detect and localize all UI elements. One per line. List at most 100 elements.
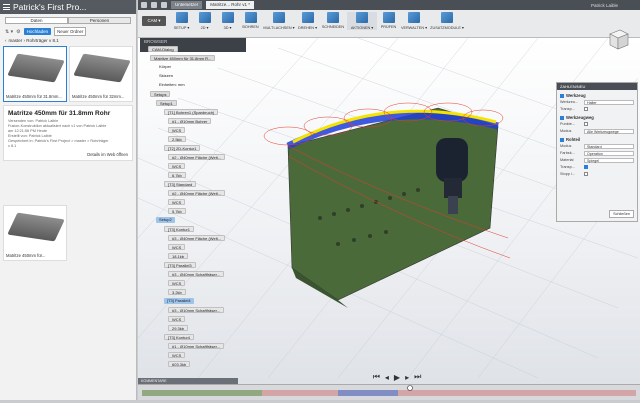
tool-schneiden[interactable]: SCHNEIDEN [319,12,347,29]
close-button[interactable]: Schließen [609,210,634,218]
browser-node[interactable]: Setup2 [156,217,175,223]
file-thumb[interactable]: Matritze 450mm für... [3,205,67,261]
stock-mode-select[interactable]: Standard [584,143,634,149]
material-select[interactable]: Spiegel [584,157,634,163]
tool-drehen[interactable]: DREHEN ▾ [296,12,319,30]
save-icon[interactable] [161,2,167,8]
grid-icon[interactable] [141,2,147,8]
tab-personen[interactable]: Personen [68,17,131,24]
field-row: Farbsk... Operation [560,150,634,156]
rohteil-checkbox[interactable] [560,137,564,142]
browser-node[interactable]: #3 - Ø40mm Schaftfräser... [168,271,225,277]
browser-node[interactable]: 2.5kb [168,136,186,142]
color-scheme-select[interactable]: Operation [584,150,634,156]
step-forward-icon[interactable]: ▸ [405,373,409,382]
browser-node[interactable]: [T3] Kontur4 [164,334,195,340]
werkzeugweg-checkbox[interactable] [560,115,564,120]
settings-icon[interactable]: ⚙ [16,29,20,35]
browser-node[interactable]: #2 - Ø40mm Fläche (Welt... [168,190,226,196]
new-folder-button[interactable]: Neuer Ordner [54,27,87,36]
skip-end-icon[interactable]: ⏭ [414,372,421,382]
tool-multi-achsen[interactable]: MULTI-ACHSEN ▾ [262,12,296,30]
simulation-panel: ZAHLEN/NEU Werkzeug Werkzeu... Halter Tra… [556,82,638,222]
browser-node[interactable]: [T3] Standard [164,181,197,187]
browser-node[interactable]: 5.7kb [168,208,186,214]
sort-icon[interactable]: ⇅ ▾ [5,29,13,35]
tool-pruefen[interactable]: PRÜFEN [377,12,400,29]
transparency-checkbox[interactable] [584,107,588,111]
menu-icon[interactable] [3,4,10,10]
data-panel: Patrick's First Pro... Daten Personen ⇅ … [0,0,137,400]
file-label: Matritze 450mm für 31.8mm... [6,94,62,99]
browser-node[interactable]: #3 - Ø40mm Fläche (Welt... [168,235,226,241]
points-checkbox[interactable] [584,122,588,126]
browser-node[interactable]: WCS [168,127,186,133]
mode-select[interactable]: Alle Werkzeugwege [584,128,634,134]
data-tabs: Daten Personen [5,17,131,24]
browser-node[interactable]: WCS [168,199,186,205]
browser-node[interactable]: WCS [168,244,186,250]
viewcube[interactable] [606,28,630,50]
browser-node[interactable]: Setup1 [156,100,177,106]
browser-node[interactable]: 29.3kb [168,325,189,331]
browser-node[interactable]: #1 - Ø10mm Schaftfräser... [168,343,225,349]
tool-3d[interactable]: 3D ▾ [216,12,239,30]
browser-node[interactable]: #3 - Ø10mm Schaftfräser... [168,307,225,313]
tool-zusatzmodule[interactable]: ZUSATZMODULE ▾ [428,12,466,30]
step-back-icon[interactable]: ◂ [385,373,389,382]
stop-on-collision-checkbox[interactable] [584,172,588,176]
browser-node[interactable]: #2 - Ø40mm Fläche (Welt... [168,154,226,160]
file-icon[interactable] [151,2,157,8]
browser-node[interactable]: [T1] Bohren1 (Spanbruch) [164,109,219,115]
section-werkzeug[interactable]: Werkzeug [560,93,634,98]
browser-node[interactable]: 18.1kb [168,253,189,259]
simulation-timeline[interactable] [138,384,640,400]
browser-node[interactable]: 3.2kb [168,289,186,295]
section-rohteil[interactable]: Rohteil [560,137,634,142]
browser-node[interactable]: WCS [168,352,186,358]
browser-node[interactable]: Einheiten: mm [156,82,188,88]
tool-2d[interactable]: 2D ▾ [193,12,216,30]
browser-node[interactable]: WCS [168,316,186,322]
tool-verwalten[interactable]: VERWALTEN ▾ [400,12,428,30]
open-details-link[interactable]: Details im Web öffnen [8,152,128,157]
tab-daten[interactable]: Daten [5,17,68,24]
browser-node[interactable]: [T3] Parallel3 [164,262,196,268]
werkzeug-select[interactable]: Halter [584,99,634,105]
browser-node[interactable]: Skizzen [156,73,176,79]
breadcrumb: ‹ master › Rohrträger v 8.1 [5,37,131,44]
play-icon[interactable]: ▶ [394,373,400,382]
browser-node[interactable]: 603.3kb [168,361,191,367]
back-icon[interactable]: ‹ [5,38,7,43]
section-werkzeugweg[interactable]: Werkzeugweg [560,115,634,120]
upload-button[interactable]: Hochladen [23,28,52,35]
werkzeug-checkbox[interactable] [560,93,564,98]
stock-transparency-checkbox[interactable] [584,165,588,169]
browser-node[interactable]: Setups [150,91,171,97]
part-thumbnail-icon [73,53,131,83]
browser-node[interactable]: 6.7kb [168,172,186,178]
browser-node[interactable]: [T3] Kontur1 [164,226,195,232]
file-thumb[interactable]: Matritze 450mm für 32mm... [69,46,133,102]
tool-bohren[interactable]: BOHREN [239,12,262,29]
browser-node[interactable]: [T2] 2D-Kontur1 [164,145,201,151]
skip-start-icon[interactable]: ⏮ [373,372,380,382]
browser-node[interactable]: Matritze 450mm für 31.8mm R... [150,55,216,61]
workspace-switcher[interactable]: CAM ▾ [142,16,166,26]
browser-node[interactable]: CAM-Dialog [148,46,178,52]
tool-aktionen[interactable]: AKTIONEN ▾ [347,12,377,30]
document-tab[interactable]: Untersetzer [171,1,203,9]
part-body [287,107,499,301]
browser-node[interactable]: WCS [168,163,186,169]
browser-node[interactable]: [T3] Parallel4 [164,298,194,304]
tool-setup[interactable]: SETUP ▾ [170,12,193,30]
document-tab-active[interactable]: Matritze... Rohr v1 * [206,1,255,9]
browser-node[interactable]: Körper [156,64,174,70]
user-name[interactable]: Patrick Laible [591,3,640,8]
file-thumb[interactable]: Matritze 450mm für 31.8mm... [3,46,67,102]
project-title: Patrick's First Pro... [13,2,87,12]
field-row: Material Spiegel [560,157,634,163]
browser-node[interactable]: #1 - Ø10mm Bohrer [168,118,212,124]
inspect-icon [382,12,395,23]
browser-node[interactable]: WCS [168,280,186,286]
